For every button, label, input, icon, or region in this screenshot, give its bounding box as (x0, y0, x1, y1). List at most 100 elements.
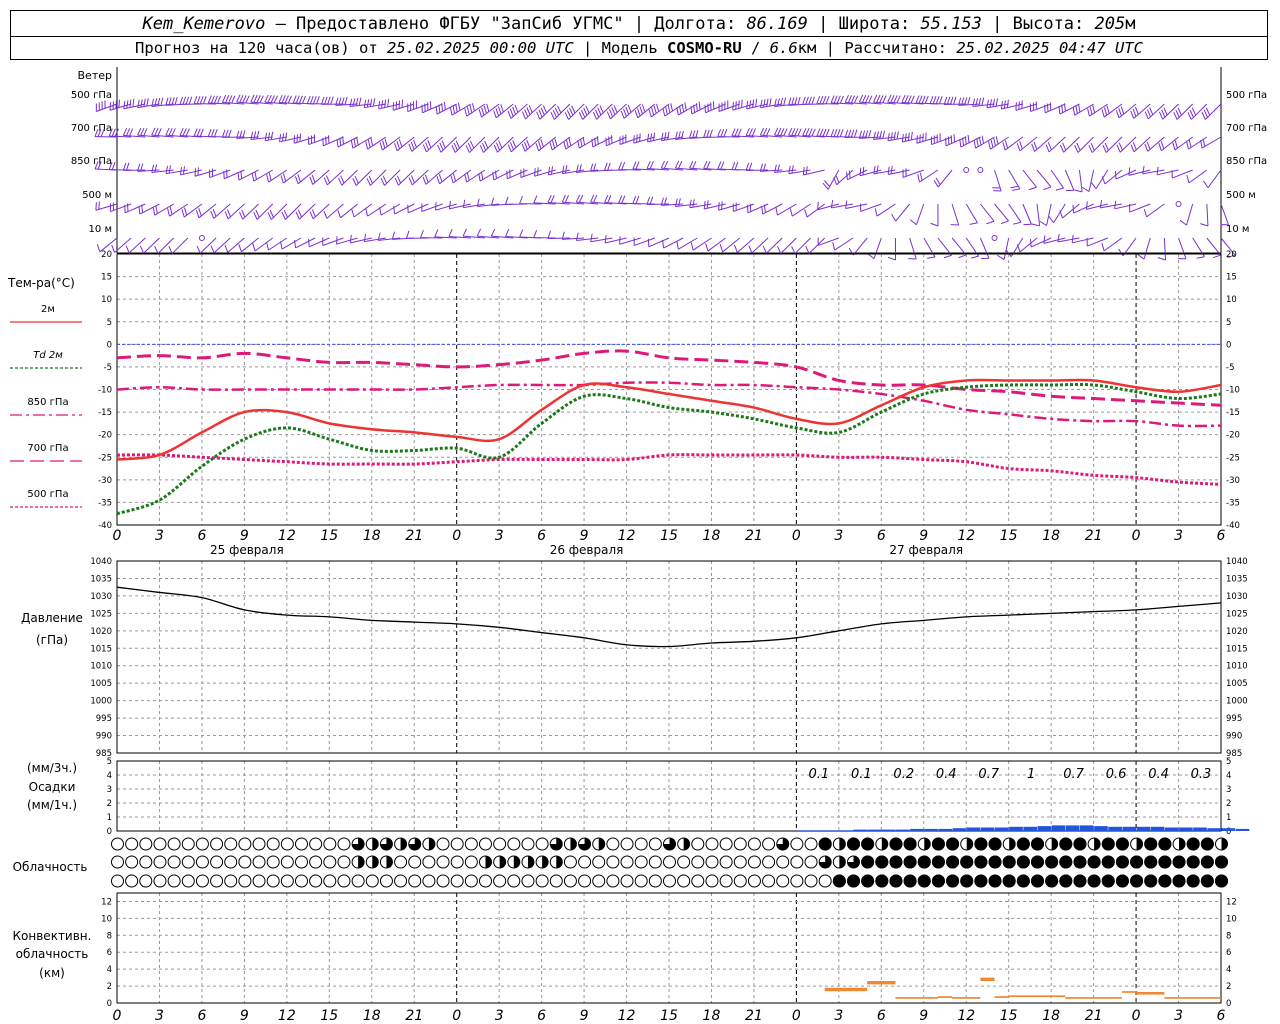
wind-barb-flag (1118, 142, 1123, 151)
cloud-title: Облачность (13, 860, 88, 874)
wind-barb-flag (380, 178, 385, 186)
wind-barb-flag (561, 165, 565, 174)
wind-barb-flag (547, 194, 552, 203)
wind-barb-flag (111, 162, 116, 170)
wind-barb-flag (709, 129, 713, 138)
precip-frame (116, 760, 1222, 832)
wind-barb-flag (253, 131, 257, 140)
precip-3h-label: 0.2 (893, 767, 914, 782)
conv-cloud-bar (1164, 997, 1221, 999)
wind-barb-flag (1163, 107, 1168, 116)
temp-axis-hour-label: 0 (452, 528, 461, 544)
temp-ytick-left: -25 (98, 453, 112, 463)
wind-barb-flag (582, 137, 586, 146)
conv-axis-hour-label: 0 (1132, 1008, 1141, 1024)
cloud-cover-icon (747, 837, 761, 851)
wind-barb-flag (949, 96, 954, 105)
wind-barb-flag (650, 133, 653, 142)
wind-barb-flag (510, 142, 515, 151)
wind-level-label-right: 850 гПа (1226, 156, 1267, 167)
wind-barb-flag (649, 161, 654, 169)
wind-barb-flag (1172, 142, 1176, 151)
press-ytick-left: 1025 (90, 609, 112, 619)
wind-barb-flag (830, 128, 835, 137)
wind-barb-flag (1173, 112, 1178, 120)
wind-barb-flag (653, 105, 657, 114)
wind-barb-flag (281, 212, 286, 220)
wind-barb-flag (844, 129, 849, 138)
wind-barb-flag (146, 98, 149, 107)
cloud-cover-fill (966, 838, 973, 850)
wind-barb-flag (239, 94, 244, 103)
conv-cloud-bar (1136, 992, 1165, 995)
wind-barb-flag (1061, 104, 1064, 113)
wind-barb-flag (441, 140, 446, 149)
cloud-cover-icon (238, 855, 252, 869)
wind-barb-flag (438, 174, 443, 183)
cloud-cover-fill (988, 837, 1002, 851)
wind-level-label-right: 500 м (1226, 190, 1256, 201)
cloud-cover-icon (153, 855, 167, 869)
wind-barb-flag (853, 95, 859, 104)
wind-barb-flag (182, 166, 185, 175)
wind-barb-flag (876, 165, 879, 174)
wind-barb-flag (199, 128, 204, 137)
wind-barb-flag (540, 107, 545, 116)
temp-legend-label: Td 2м (33, 350, 63, 361)
wind-barb-shaft (994, 203, 1009, 222)
wind-barb-flag (741, 99, 743, 108)
wind-barb-flag (297, 174, 301, 183)
wind-barb-flag (311, 209, 316, 218)
cloud-cover-fill (1158, 855, 1172, 869)
wind-barb-flag (1087, 108, 1090, 117)
cloud-cover-fill (875, 874, 889, 888)
wind-barb-flag (1137, 253, 1145, 260)
wind-barb-flag (266, 174, 269, 183)
temp-ytick-right: -20 (1226, 431, 1240, 441)
temp-ytick-right: -10 (1226, 386, 1240, 396)
wind-barb-flag (830, 95, 835, 104)
wind-barb-flag (748, 245, 753, 254)
wind-barb-flag (157, 97, 161, 106)
wind-barb-flag (355, 97, 359, 106)
wind-barb-flag (1048, 216, 1055, 223)
wind-barb-flag (919, 172, 923, 181)
wind-barb-flag (154, 246, 159, 254)
press-ytick-right: 1020 (1226, 627, 1248, 637)
precip-bar (1037, 826, 1052, 831)
wind-barb-flag (1057, 233, 1060, 242)
wind-barb-flag (282, 133, 285, 142)
wind-barb-flag (735, 101, 737, 110)
wind-barb-flag (585, 105, 590, 114)
wind-barb-flag (989, 99, 992, 108)
wind-barb-flag (538, 109, 543, 118)
wind-barb-flag (794, 128, 799, 136)
conv-ytick-left: 12 (101, 897, 112, 907)
cloud-cover-icon (733, 874, 747, 888)
cloud-cover-fill (1115, 874, 1129, 888)
wind-barb-flag (353, 138, 356, 147)
precip-bar (1221, 828, 1236, 831)
conv-title: Конвективн. (13, 929, 92, 943)
wind-barb-flag (636, 134, 638, 143)
temp-axis-hour-label: 21 (1085, 528, 1103, 544)
wind-barb-flag (188, 96, 193, 105)
wind-barb-flag (839, 95, 844, 104)
wind-barb-flag (281, 95, 286, 103)
precip-3h-label: 0.4 (1148, 767, 1169, 782)
conv-cloud-bar (952, 997, 981, 999)
wind-barb-shaft (979, 237, 990, 259)
wind-title: Ветер (78, 69, 112, 82)
wind-barb-flag (199, 96, 204, 104)
conv-axis-hour-label: 15 (660, 1008, 678, 1024)
wind-barb-flag (420, 229, 424, 238)
press-ytick-right: 1010 (1226, 662, 1248, 672)
precip-3h-label: 0.4 (936, 767, 957, 782)
wind-barb-flag (868, 95, 873, 104)
wind-barb-flag (1103, 107, 1108, 116)
wind-barb-flag (907, 132, 910, 141)
wind-barb-flag (151, 164, 155, 173)
wind-barb-flag (143, 128, 148, 136)
wind-barb-flag (181, 209, 185, 218)
precip-ytick-right: 2 (1226, 799, 1231, 809)
